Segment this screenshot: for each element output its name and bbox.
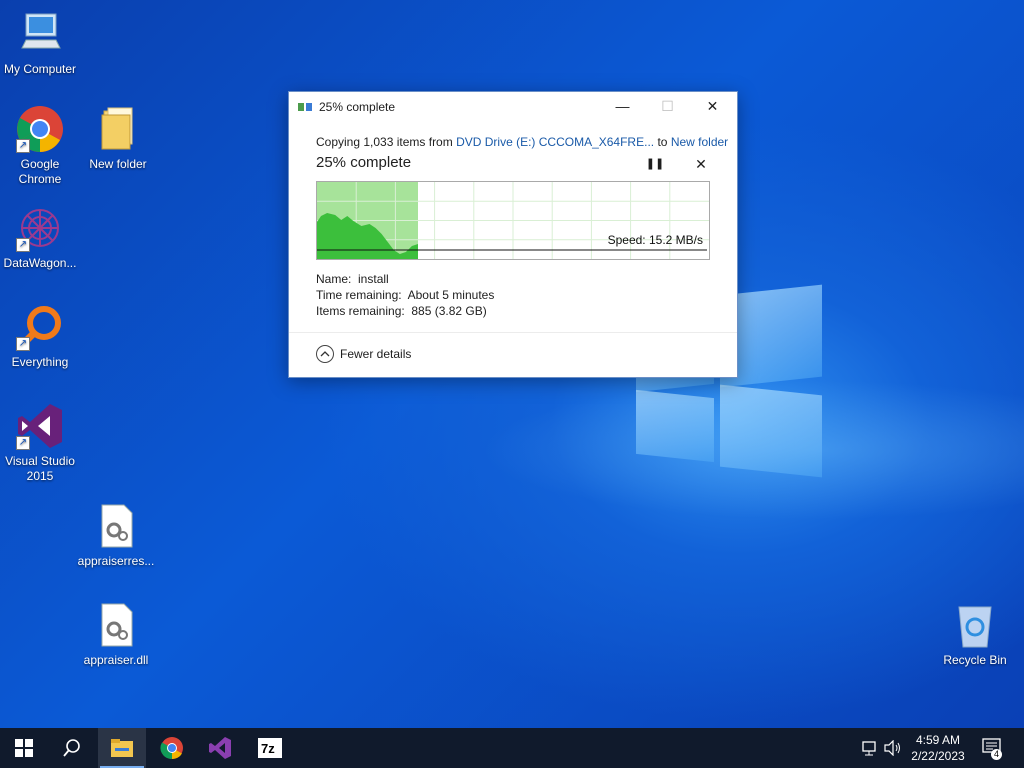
- desktop-icon-label: appraiserres...: [77, 554, 155, 568]
- items-row: Items remaining: 885 (3.82 GB): [316, 304, 487, 318]
- copy-description: Copying 1,033 items from DVD Drive (E:) …: [316, 135, 728, 149]
- close-icon: ✕: [706, 98, 719, 114]
- destination-link[interactable]: New folder: [671, 135, 728, 149]
- network-icon[interactable]: [862, 740, 880, 759]
- fewer-details-toggle[interactable]: Fewer details: [316, 345, 411, 363]
- dialog-title: 25% complete: [319, 100, 396, 114]
- maximize-icon: ☐: [661, 98, 674, 114]
- desktop-icon-my-computer[interactable]: My Computer: [0, 10, 80, 77]
- desktop-icon-label: My Computer: [3, 62, 77, 76]
- name-row: Name: install: [316, 272, 389, 286]
- desktop-icon-label: New folder: [89, 157, 147, 171]
- copy-progress-dialog: 25% complete — ☐ ✕ Copying 1,033 items f…: [288, 91, 738, 378]
- 7zip-icon: 7z: [258, 738, 282, 758]
- clock-time: 4:59 AM: [915, 733, 961, 747]
- time-row: Time remaining: About 5 minutes: [316, 288, 494, 302]
- taskbar-file-explorer[interactable]: [98, 728, 146, 768]
- fewer-details-label: Fewer details: [340, 347, 412, 361]
- source-link[interactable]: DVD Drive (E:) CCCOMA_X64FRE...: [456, 135, 654, 149]
- desktop-icon-datawagon[interactable]: ↗ DataWagon...: [0, 204, 80, 271]
- clock-date: 2/22/2023: [911, 749, 965, 763]
- speed-label: Speed: 15.2 MB/s: [607, 233, 703, 247]
- desktop-icon-label: Google Chrome: [18, 157, 62, 186]
- start-icon: [15, 739, 33, 757]
- volume-icon[interactable]: [884, 739, 902, 759]
- speed-graph: Speed: 15.2 MB/s: [316, 181, 710, 260]
- desktop-icon-label: Visual Studio 2015: [5, 454, 75, 483]
- minimize-icon: —: [615, 98, 630, 114]
- copy-icon: [298, 101, 312, 111]
- desktop-icon-appraiser-dll[interactable]: appraiser.dll: [76, 601, 156, 668]
- taskbar-7zip[interactable]: 7z: [246, 728, 294, 768]
- visual-studio-icon: ↗: [16, 402, 64, 450]
- items-value: 885 (3.82 GB): [411, 304, 487, 318]
- copy-prefix: Copying 1,033 items from: [316, 135, 453, 149]
- desktop-icon-chrome[interactable]: ↗ Google Chrome: [0, 105, 80, 187]
- progress-heading: 25% complete: [316, 154, 412, 171]
- desktop-icon-label: DataWagon...: [3, 256, 77, 270]
- desktop-icon-new-folder[interactable]: New folder: [78, 105, 158, 172]
- start-button[interactable]: [0, 728, 48, 768]
- desktop-icon-visual-studio[interactable]: ↗ Visual Studio 2015: [0, 402, 80, 484]
- notification-center-button[interactable]: 4: [982, 738, 1004, 761]
- time-value: About 5 minutes: [407, 288, 495, 302]
- desktop-icon-label: appraiser.dll: [83, 653, 149, 667]
- visual-studio-icon: [209, 737, 231, 759]
- file-explorer-icon: [111, 739, 133, 757]
- pause-icon: ❚❚: [645, 158, 665, 170]
- everything-icon: ↗: [16, 303, 64, 351]
- search-icon: [63, 739, 80, 757]
- recycle-bin-icon: [951, 601, 999, 649]
- time-label: Time remaining:: [316, 288, 402, 302]
- cancel-icon: ✕: [695, 156, 707, 172]
- shortcut-arrow-icon: ↗: [16, 139, 30, 153]
- cancel-button[interactable]: ✕: [691, 154, 711, 174]
- close-button[interactable]: ✕: [690, 92, 735, 120]
- maximize-button[interactable]: ☐: [645, 92, 690, 120]
- desktop-icon-recycle-bin[interactable]: Recycle Bin: [935, 601, 1015, 668]
- shortcut-arrow-icon: ↗: [16, 238, 30, 252]
- desktop-icon-label: Everything: [11, 355, 69, 369]
- computer-icon: [16, 10, 64, 58]
- speed-graph-svg: [317, 182, 709, 259]
- pause-button[interactable]: ❚❚: [645, 155, 665, 173]
- chrome-icon: ↗: [16, 105, 64, 153]
- desktop-icon-appraiserres[interactable]: appraiserres...: [76, 502, 156, 569]
- chrome-icon: [160, 737, 183, 760]
- minimize-button[interactable]: —: [600, 92, 645, 120]
- shortcut-arrow-icon: ↗: [16, 436, 30, 450]
- clock[interactable]: 4:59 AM 2/22/2023: [905, 732, 971, 764]
- search-button[interactable]: [48, 728, 96, 768]
- datawagon-icon: ↗: [16, 204, 64, 252]
- folder-icon: [94, 105, 142, 153]
- to-word: to: [657, 135, 668, 149]
- dll-file-icon: [92, 601, 140, 649]
- items-label: Items remaining:: [316, 304, 405, 318]
- name-label: Name:: [316, 272, 352, 286]
- taskbar: 7z 4:59 AM 2/22/2023 4: [0, 728, 1024, 768]
- taskbar-chrome[interactable]: [148, 728, 196, 768]
- notification-badge: 4: [991, 749, 1003, 760]
- shortcut-arrow-icon: ↗: [16, 337, 30, 351]
- taskbar-visual-studio[interactable]: [196, 728, 244, 768]
- divider: [289, 332, 737, 333]
- dialog-titlebar[interactable]: 25% complete — ☐ ✕: [289, 92, 737, 120]
- name-value: install: [358, 272, 389, 286]
- desktop-icon-label: Recycle Bin: [943, 653, 1007, 667]
- config-file-icon: [92, 502, 140, 550]
- desktop-icon-everything[interactable]: ↗ Everything: [0, 303, 80, 370]
- svg-text:7z: 7z: [261, 741, 275, 756]
- chevron-up-icon: [316, 345, 334, 363]
